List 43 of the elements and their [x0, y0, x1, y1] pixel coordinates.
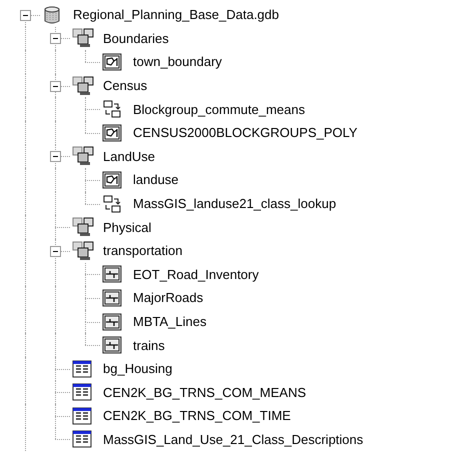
tree-item[interactable]: CENSUS2000BLOCKGROUPS_POLY [133, 125, 358, 140]
tree-item[interactable]: Blockgroup_commute_means [133, 102, 305, 117]
tree-item[interactable]: MBTA_Lines [133, 314, 206, 330]
tree-item[interactable]: Census [103, 78, 148, 94]
dataset-icon [72, 76, 94, 96]
polygon-layer-icon [102, 170, 122, 189]
tree-item[interactable]: MassGIS_landuse21_class_lookup [133, 196, 336, 212]
tree-item[interactable]: Physical [103, 220, 152, 235]
dataset-icon [72, 240, 94, 261]
table-icon [72, 360, 92, 378]
tree-item[interactable]: transportation [103, 243, 182, 258]
table-icon [72, 430, 92, 448]
tree-item[interactable]: CEN2K_BG_TRNS_COM_MEANS [103, 384, 306, 400]
line-layer-icon [102, 312, 122, 331]
line-layer-icon [102, 288, 122, 307]
table-icon [72, 406, 92, 425]
polygon-layer-icon [102, 124, 122, 142]
dataset-icon [72, 28, 94, 48]
tree-item[interactable]: Regional_Planning_Base_Data.gdb [73, 7, 279, 22]
relationship-icon [102, 100, 122, 118]
dataset-icon [72, 146, 94, 166]
tree-item[interactable]: LandUse [103, 148, 156, 164]
dataset-icon [72, 217, 94, 238]
tree-item[interactable]: landuse [133, 172, 179, 188]
line-layer-icon [102, 265, 122, 284]
polygon-layer-icon [102, 52, 122, 71]
tree-item[interactable]: Boundaries [103, 30, 169, 46]
line-layer-icon [102, 336, 122, 354]
expand-toggle[interactable] [50, 246, 61, 257]
expand-toggle[interactable] [50, 151, 61, 162]
database-icon [42, 4, 62, 25]
expand-toggle[interactable] [50, 33, 61, 44]
tree-item[interactable]: CEN2K_BG_TRNS_COM_TIME [103, 408, 291, 424]
relationship-icon [102, 194, 122, 213]
expand-toggle[interactable] [20, 10, 31, 21]
tree-item[interactable]: town_boundary [133, 54, 222, 70]
tree-item[interactable]: MassGIS_Land_Use_21_Class_Descriptions [103, 432, 364, 447]
tree-item[interactable]: bg_Housing [103, 361, 172, 376]
tree-item[interactable]: trains [133, 338, 165, 353]
tree-item[interactable]: MajorRoads [133, 290, 204, 306]
expand-toggle[interactable] [50, 80, 61, 92]
table-icon [72, 383, 92, 402]
tree-item[interactable]: EOT_Road_Inventory [133, 266, 259, 282]
